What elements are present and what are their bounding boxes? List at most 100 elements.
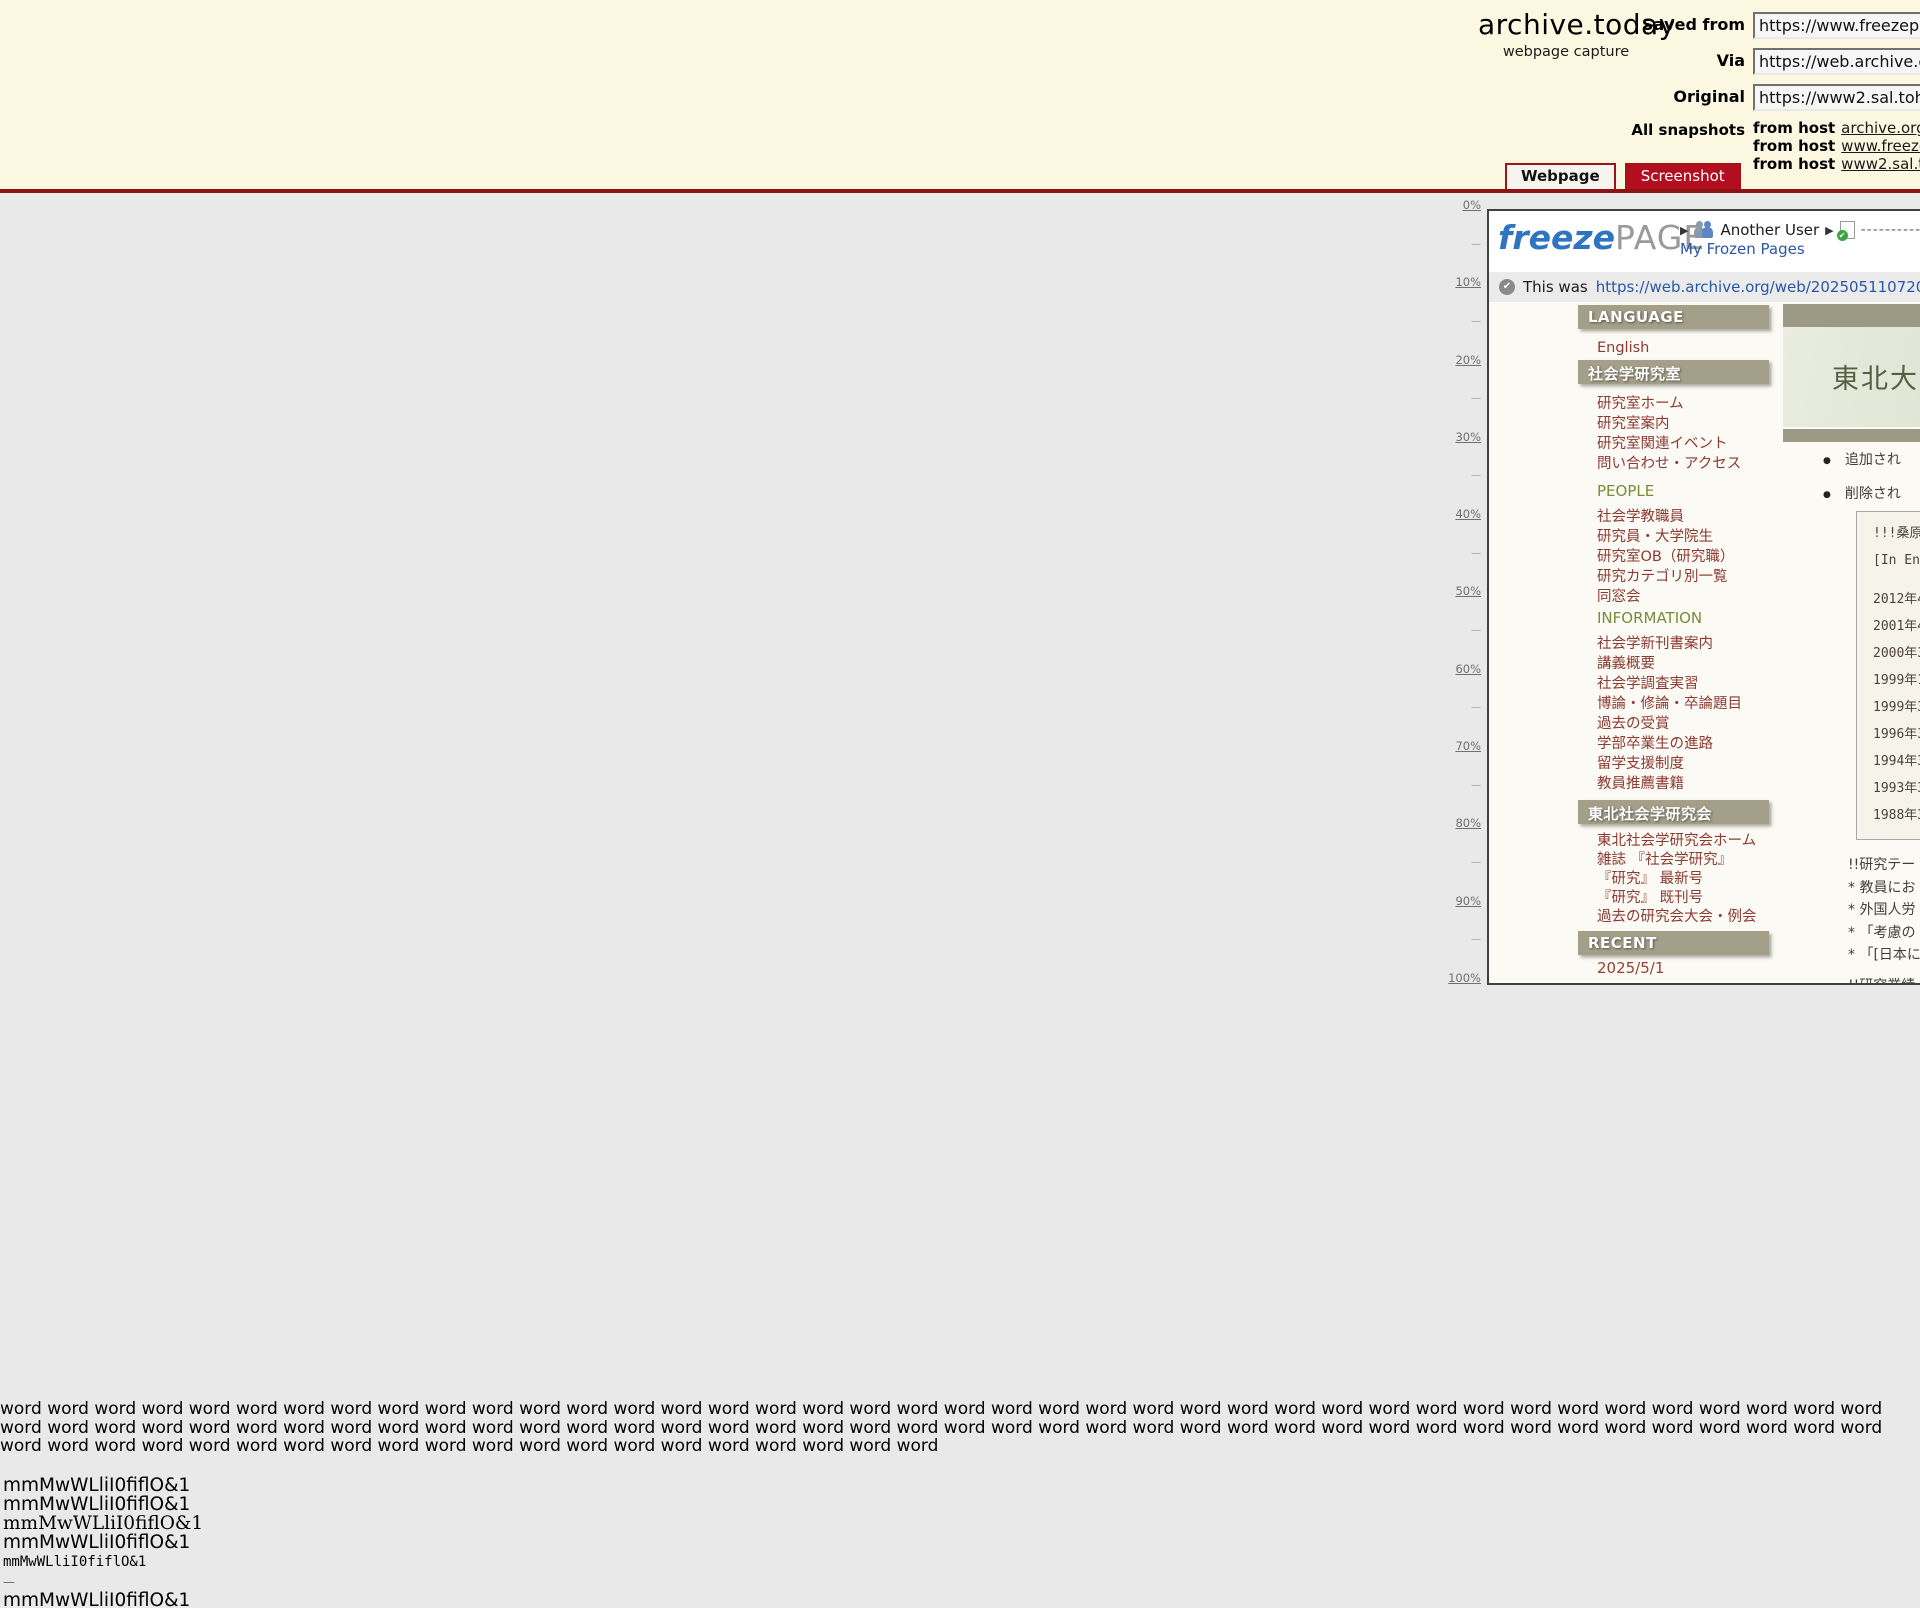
sidebar-link[interactable]: 博論・修論・卒論題目 [1578,694,1769,714]
via-input[interactable] [1753,48,1920,75]
saved-from-label: Saved from [1460,15,1745,34]
ruler-mark[interactable]: — [1471,548,1483,559]
sidebar-link[interactable]: 雑誌 『社会学研究』 [1578,851,1769,870]
host-row: from host archive.org [1753,119,1920,137]
host-list: from host archive.org from hostwww.freeze… [1753,119,1920,173]
sidebar-link[interactable]: 問い合わせ・アクセス [1578,454,1769,474]
ruler-mark[interactable]: — [1471,780,1483,791]
ruler-mark[interactable]: 50% [1455,586,1483,597]
tab-screenshot[interactable]: Screenshot [1625,163,1741,189]
font-test-line: mmMwWLliI0fiflO&1 [3,1591,203,1608]
sidebar: LANGUAGE English 社会学研究室 研究室ホーム研究室案内研究室関連… [1578,302,1769,976]
ruler-mark[interactable]: 80% [1455,818,1483,829]
ruler-mark[interactable]: — [1471,625,1483,636]
ruler-mark[interactable]: — [1471,470,1483,481]
bullet-item: ●削除され [1783,486,1920,503]
history-line: 1999年1 [1873,667,1920,694]
sidebar-link[interactable]: 講義概要 [1578,654,1769,674]
users-icon [1694,223,1714,238]
sidebar-link[interactable]: 研究室関連イベント [1578,434,1769,454]
saved-from-row: Saved from [1460,12,1920,40]
ruler-mark[interactable]: 10% [1455,277,1483,288]
sidebar-link[interactable]: 研究カテゴリ別一覧 [1578,567,1769,587]
ruler-mark[interactable]: 100% [1448,973,1483,984]
note-line: !!研究テー [1848,854,1920,877]
history-line: 2001年4 [1873,613,1920,640]
sidebar-link[interactable]: 研究員・大学院生 [1578,527,1769,547]
original-label: Original [1460,87,1745,106]
ruler-mark[interactable]: — [1471,702,1483,713]
ruler-mark[interactable]: — [1471,239,1483,250]
all-snapshots-label: All snapshots [1460,121,1745,139]
history-line: 2012年4 [1873,586,1920,613]
sidebar-link[interactable]: 研究室案内 [1578,414,1769,434]
sidebar-link[interactable]: 東北社会学研究会ホーム [1578,832,1769,851]
notes-list: !!研究テー* 教員にお* 外国人労* 「考慮の* 「[日本に [1848,854,1920,967]
sidebar-link[interactable]: 研究室OB（研究職） [1578,547,1769,567]
sidebar-link[interactable]: 社会学調査実習 [1578,674,1769,694]
sidebar-link[interactable]: 留学支援制度 [1578,754,1769,774]
breadcrumb-user[interactable]: Another User [1720,221,1819,239]
information-links: 社会学新刊書案内講義概要社会学調査実習博論・修論・卒論題目過去の受賞学部卒業生の… [1578,634,1769,794]
sidebar-link[interactable]: 学部卒業生の進路 [1578,734,1769,754]
font-test-line: mmMwWLliI0fiflO&1 [3,1495,203,1514]
word-filler-text: word word word word word word word word … [0,1400,1920,1456]
saved-from-input[interactable] [1753,12,1920,39]
ruler-mark[interactable]: — [1471,934,1483,945]
recent-date-link[interactable]: 2025/5/1 [1578,961,1769,976]
font-test-line: mmMwWLliI0fiflO&1 [3,1476,203,1495]
sidebar-header-information: INFORMATION [1578,609,1769,628]
bullet-icon: ● [1823,456,1831,466]
ruler-mark[interactable]: — [1471,857,1483,868]
history-line: [In Eng [1873,547,1920,574]
ruler-mark[interactable]: — [1471,393,1483,404]
banner-image: 東北大学 [1783,327,1920,427]
ruler-mark[interactable]: 60% [1455,664,1483,675]
host-link[interactable]: www2.sal.tohoku [1841,155,1920,173]
host-row: from hostwww.freezepage [1753,137,1920,155]
lab-links: 研究室ホーム研究室案内研究室関連イベント問い合わせ・アクセス [1578,394,1769,474]
ruler-mark[interactable]: 20% [1455,355,1483,366]
original-input[interactable] [1753,84,1920,111]
ruler-mark[interactable]: 30% [1455,432,1483,443]
sidebar-header-lab: 社会学研究室 [1578,360,1769,384]
view-tabs: Webpage Screenshot [1505,163,1741,189]
this-was-text: This was [1523,278,1588,296]
breadcrumb: ▶ Another User ▶ -----------------------… [1680,221,1920,239]
history-box: !!!桑原[In Eng2012年42001年42000年31999年11999… [1856,511,1920,840]
history-line: 1993年3 [1873,775,1920,802]
sidebar-link[interactable]: 『研究』 最新号 [1578,870,1769,889]
note-line: * 教員にお [1848,877,1920,900]
from-host-label: from host [1753,119,1835,137]
sidebar-link[interactable]: 研究室ホーム [1578,394,1769,414]
tab-webpage[interactable]: Webpage [1505,163,1616,189]
bullet-text: 追加され [1845,452,1901,468]
ruler-mark[interactable]: 90% [1455,896,1483,907]
ruler-mark[interactable]: 70% [1455,741,1483,752]
logo-freeze: freeze [1498,218,1615,257]
sidebar-link[interactable]: 『研究』 既刊号 [1578,889,1769,908]
host-link[interactable]: archive.org [1841,119,1920,137]
sidebar-link[interactable]: 同窓会 [1578,587,1769,607]
frozen-page-icon [1840,221,1855,239]
history-line: 2000年3 [1873,640,1920,667]
bullet-icon: ● [1823,490,1831,500]
my-frozen-pages-link[interactable]: My Frozen Pages [1680,240,1805,258]
host-link[interactable]: www.freezepage [1841,137,1920,155]
this-was-link[interactable]: https://web.archive.org/web/202505110720… [1596,278,1920,296]
sidebar-link[interactable]: 過去の研究会大会・例会 [1578,908,1769,927]
sidebar-link-english[interactable]: English [1578,338,1769,358]
font-test-block: mmMwWLliI0fiflO&1 mmMwWLliI0fiflO&1 mmMw… [3,1476,203,1608]
ruler-mark[interactable]: — [1471,316,1483,327]
main-content: 東北大学 ●追加され ●削除され !!!桑原[In Eng2012年42001年… [1783,302,1920,985]
sidebar-link[interactable]: 過去の受賞 [1578,714,1769,734]
note-line: * 「考慮の [1848,922,1920,945]
sidebar-link[interactable]: 社会学教職員 [1578,507,1769,527]
ruler-mark[interactable]: 0% [1463,200,1483,211]
banner-title: 東北大学 [1783,327,1920,396]
sidebar-link[interactable]: 社会学新刊書案内 [1578,634,1769,654]
society-links: 東北社会学研究会ホーム雑誌 『社会学研究』『研究』 最新号『研究』 既刊号過去の… [1578,832,1769,927]
ruler-mark[interactable]: 40% [1455,509,1483,520]
olive-bar-top [1783,304,1920,327]
sidebar-link[interactable]: 教員推薦書籍 [1578,774,1769,794]
